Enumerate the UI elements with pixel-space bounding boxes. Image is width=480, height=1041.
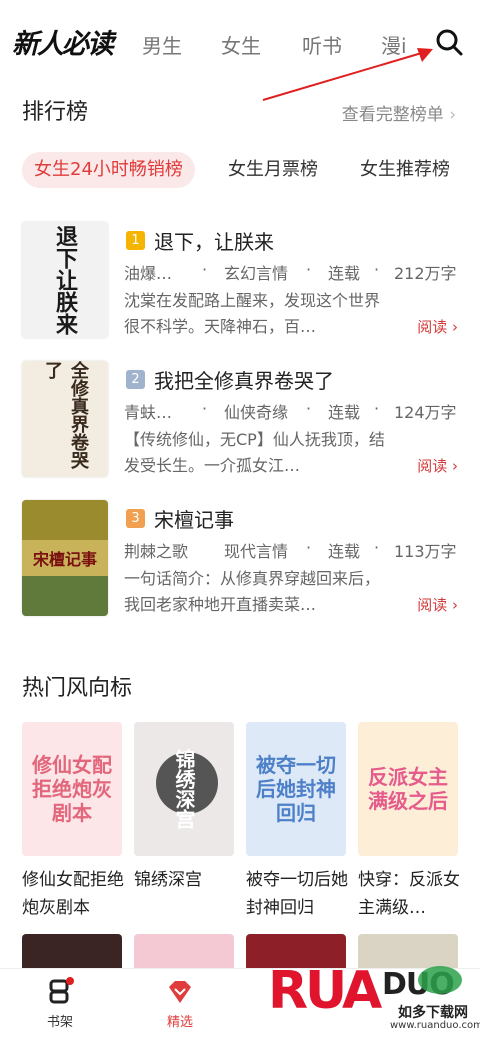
read-label: 阅读 [417,318,448,336]
read-button[interactable]: 阅读 › [417,594,458,615]
tab-comics[interactable]: 漫i [381,30,411,59]
rank-badge: 3 [126,509,145,528]
book-desc: 【传统修仙，无CP】仙人抚我顶，结发受长生。一介孤女江… [124,430,385,475]
book-cover-title: 反派女主满级之后 [368,765,448,813]
book-title[interactable]: 我把全修真界卷哭了 [154,365,334,394]
top-nav: 新人必读 男生 女生 听书 漫i [0,0,480,84]
book-author: 青蚨… [124,403,173,422]
read-label: 阅读 [417,596,448,614]
book-item[interactable]: 宋檀记事 3 宋檀记事 荆棘之歌 现代言情 · 连载 · 113万字 一句话简介… [22,500,462,618]
read-button[interactable]: 阅读 › [417,455,458,476]
svg-text:RU: RU [268,961,344,1021]
tab-bookshelf-label: 书架 [46,1015,73,1030]
book-status: 连载 [328,264,361,283]
book-category: 玄幻言情 [224,264,289,283]
book-cover[interactable] [22,934,122,968]
ranking-tab-24h[interactable]: 女生24小时畅销榜 [22,152,195,188]
book-cover[interactable]: 锦绣深宫 [134,722,234,856]
book-cover[interactable] [134,934,234,968]
book-cover[interactable]: 修仙女配拒绝炮灰剧本 [22,722,122,856]
tab-audiobook[interactable]: 听书 [302,30,342,59]
read-label: 阅读 [417,457,448,475]
book-author: 油爆… [124,264,173,283]
watermark-sub: 如多下载网 [398,1005,468,1021]
book-cover[interactable]: 全修真界卷哭了 [22,361,108,477]
ranking-tab-recommend[interactable]: 女生推荐榜 [360,152,450,188]
book-category: 仙侠奇缘 [224,403,289,422]
book-cover-title: 全修真界卷哭了 [42,361,89,469]
book-status: 连载 [328,403,361,422]
chevron-right-icon: › [452,457,458,475]
chevron-right-icon: › [449,105,456,125]
book-cover-title: 修仙女配拒绝炮灰剧本 [32,753,112,825]
tab-bookshelf[interactable]: 书架 [30,977,90,1030]
book-title[interactable]: 宋檀记事 [154,504,234,533]
book-words: 212万字 [394,264,457,283]
chevron-right-icon: › [452,596,458,614]
book-status: 连载 [328,542,361,561]
see-full-ranking-link[interactable]: 查看完整榜单 › [342,100,456,125]
rank-badge: 1 [126,231,145,250]
svg-text:A: A [342,961,382,1021]
hot-section-title: 热门风向标 [22,676,133,701]
hot-book-item[interactable]: 被夺一切后她封神回归 被夺一切后她封神回归 [246,722,348,922]
tab-selected[interactable]: 精选 [150,977,210,1030]
hot-book-name[interactable]: 被夺一切后她封神回归 [246,866,350,922]
chevron-right-icon: › [452,318,458,336]
bookshelf-icon [49,977,74,1004]
hot-book-item[interactable]: 反派女主满级之后 快穿：反派女主满级… [358,722,460,922]
diamond-icon [169,981,191,1003]
hot-book-name[interactable]: 快穿：反派女主满级… [358,866,462,922]
watermark-logo: RU A DUO 如多下载网 www.ruanduo.com [264,950,480,1037]
book-item[interactable]: 退下让朕来 1 退下，让朕来 油爆… · 玄幻言情 · 连载 · 212万字 沈… [22,222,462,340]
tab-selected-label: 精选 [166,1015,193,1030]
book-category: 现代言情 [224,542,289,561]
book-desc: 一句话简介：从修真界穿越回来后，我回老家种地开直播卖菜… [124,569,381,614]
book-author: 荆棘之歌 [124,542,189,561]
read-button[interactable]: 阅读 › [417,316,458,337]
book-cover[interactable]: 被夺一切后她封神回归 [246,722,346,856]
book-desc: 沈棠在发配路上醒来，发现这个世界很不科学。天降神石，百… [124,291,381,336]
watermark-url: www.ruanduo.com [390,1020,480,1031]
book-cover-title: 锦绣深宫 [172,749,196,829]
search-icon[interactable] [433,26,465,58]
ranking-title: 排行榜 [22,100,89,125]
see-full-ranking-label: 查看完整榜单 [341,105,444,125]
book-words: 113万字 [394,542,457,561]
hot-book-item[interactable]: 锦绣深宫 锦绣深宫 [134,722,234,894]
book-item[interactable]: 全修真界卷哭了 2 我把全修真界卷哭了 青蚨… · 仙侠奇缘 · 连载 · 12… [22,361,462,479]
book-cover-title: 被夺一切后她封神回归 [256,753,336,825]
book-words: 124万字 [394,403,457,422]
book-cover[interactable]: 退下让朕来 [22,222,108,338]
book-cover[interactable]: 宋檀记事 [22,500,108,616]
hot-book-name[interactable]: 修仙女配拒绝炮灰剧本 [22,866,126,922]
book-cover-title: 退下让朕来 [52,225,78,335]
tab-female[interactable]: 女生 [221,30,261,59]
book-cover[interactable]: 反派女主满级之后 [358,722,458,856]
app-logo: 新人必读 [12,29,114,60]
tab-male[interactable]: 男生 [142,30,182,59]
book-cover-title: 宋檀记事 [32,550,97,569]
rank-badge: 2 [126,370,145,389]
book-title[interactable]: 退下，让朕来 [154,226,274,255]
hot-book-item[interactable]: 修仙女配拒绝炮灰剧本 修仙女配拒绝炮灰剧本 [22,722,124,922]
ranking-tab-monthly[interactable]: 女生月票榜 [228,152,318,188]
hot-book-name[interactable]: 锦绣深宫 [134,866,238,894]
